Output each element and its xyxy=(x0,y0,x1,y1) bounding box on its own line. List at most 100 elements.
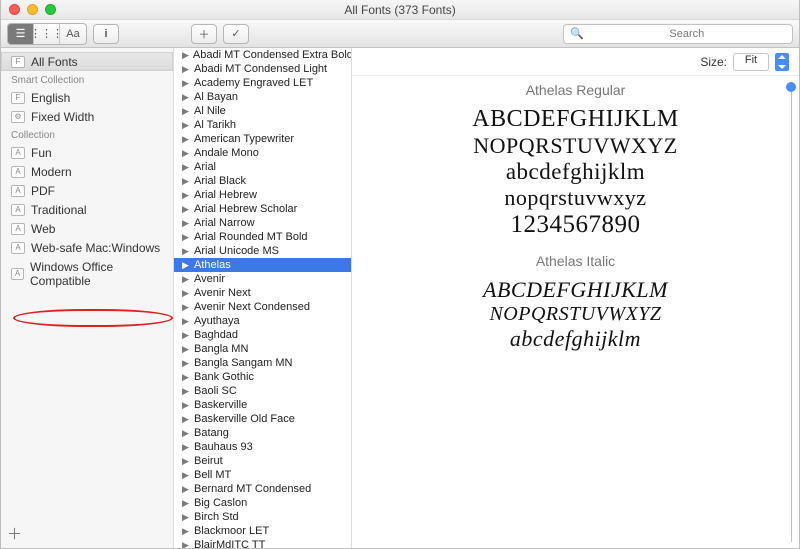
grid-view-button[interactable]: ⋮⋮⋮ xyxy=(34,24,60,44)
disclosure-triangle-icon[interactable]: ▶ xyxy=(182,372,190,383)
sidebar-item-traditional[interactable]: ATraditional xyxy=(1,200,173,219)
sidebar-item-pdf[interactable]: APDF xyxy=(1,181,173,200)
disclosure-triangle-icon[interactable]: ▶ xyxy=(182,106,190,117)
font-row[interactable]: ▶Beirut xyxy=(174,454,351,468)
sidebar-item-fun[interactable]: AFun xyxy=(1,143,173,162)
disclosure-triangle-icon[interactable]: ▶ xyxy=(182,470,190,481)
font-row[interactable]: ▶Arial Black xyxy=(174,174,351,188)
disclosure-triangle-icon[interactable]: ▶ xyxy=(182,484,190,495)
font-row[interactable]: ▶Andale Mono xyxy=(174,146,351,160)
disclosure-triangle-icon[interactable]: ▶ xyxy=(182,246,190,257)
info-button[interactable]: i xyxy=(93,24,119,44)
disclosure-triangle-icon[interactable]: ▶ xyxy=(182,442,190,453)
disclosure-triangle-icon[interactable]: ▶ xyxy=(182,274,190,285)
disclosure-triangle-icon[interactable]: ▶ xyxy=(182,414,190,425)
font-row[interactable]: ▶Birch Std xyxy=(174,510,351,524)
disclosure-triangle-icon[interactable]: ▶ xyxy=(182,498,190,509)
font-row[interactable]: ▶Arial Rounded MT Bold xyxy=(174,230,351,244)
sidebar-item-windows-office[interactable]: AWindows Office Compatible xyxy=(1,257,173,290)
slider-knob[interactable] xyxy=(786,82,796,92)
font-row[interactable]: ▶Bangla MN xyxy=(174,342,351,356)
font-row[interactable]: ▶Avenir Next xyxy=(174,286,351,300)
font-row[interactable]: ▶Arial Unicode MS xyxy=(174,244,351,258)
disclosure-triangle-icon[interactable]: ▶ xyxy=(182,50,189,61)
zoom-window-button[interactable] xyxy=(45,4,56,15)
font-row[interactable]: ▶Bell MT xyxy=(174,468,351,482)
font-row[interactable]: ▶Arial Hebrew Scholar xyxy=(174,202,351,216)
disclosure-triangle-icon[interactable]: ▶ xyxy=(182,92,190,103)
validate-button[interactable]: ✓ xyxy=(223,24,249,44)
disclosure-triangle-icon[interactable]: ▶ xyxy=(182,64,190,75)
size-field[interactable]: Fit xyxy=(733,53,769,71)
disclosure-triangle-icon[interactable]: ▶ xyxy=(182,204,190,215)
font-row[interactable]: ▶Baskerville Old Face xyxy=(174,412,351,426)
search-field[interactable]: 🔍 xyxy=(563,24,793,44)
disclosure-triangle-icon[interactable]: ▶ xyxy=(182,526,190,537)
size-stepper[interactable] xyxy=(775,53,789,71)
disclosure-triangle-icon[interactable]: ▶ xyxy=(182,260,190,271)
sidebar-all-fonts[interactable]: F All Fonts xyxy=(1,52,173,71)
font-row[interactable]: ▶Bauhaus 93 xyxy=(174,440,351,454)
font-row[interactable]: ▶Blackmoor LET xyxy=(174,524,351,538)
font-list[interactable]: ▶Abadi MT Condensed Extra Bold▶Abadi MT … xyxy=(174,48,352,548)
disclosure-triangle-icon[interactable]: ▶ xyxy=(182,428,190,439)
font-row[interactable]: ▶Academy Engraved LET xyxy=(174,76,351,90)
font-row[interactable]: ▶Big Caslon xyxy=(174,496,351,510)
disclosure-triangle-icon[interactable]: ▶ xyxy=(182,302,190,313)
font-row[interactable]: ▶Bank Gothic xyxy=(174,370,351,384)
close-window-button[interactable] xyxy=(9,4,20,15)
disclosure-triangle-icon[interactable]: ▶ xyxy=(182,148,190,159)
font-row[interactable]: ▶Abadi MT Condensed Light xyxy=(174,62,351,76)
disclosure-triangle-icon[interactable]: ▶ xyxy=(182,134,190,145)
disclosure-triangle-icon[interactable]: ▶ xyxy=(182,190,190,201)
disclosure-triangle-icon[interactable]: ▶ xyxy=(182,330,190,341)
add-collection-button[interactable]: ＋ xyxy=(7,523,22,544)
disclosure-triangle-icon[interactable]: ▶ xyxy=(182,344,190,355)
disclosure-triangle-icon[interactable]: ▶ xyxy=(182,120,190,131)
font-row[interactable]: ▶Baghdad xyxy=(174,328,351,342)
disclosure-triangle-icon[interactable]: ▶ xyxy=(182,358,190,369)
disclosure-triangle-icon[interactable]: ▶ xyxy=(182,316,190,327)
disclosure-triangle-icon[interactable]: ▶ xyxy=(182,232,190,243)
font-row[interactable]: ▶Athelas xyxy=(174,258,351,272)
disclosure-triangle-icon[interactable]: ▶ xyxy=(182,540,190,549)
sample-line: abcdefghijklm xyxy=(376,159,775,185)
sidebar-item-web[interactable]: AWeb xyxy=(1,219,173,238)
font-row[interactable]: ▶Al Nile xyxy=(174,104,351,118)
sidebar-item-modern[interactable]: AModern xyxy=(1,162,173,181)
font-row[interactable]: ▶Baoli SC xyxy=(174,384,351,398)
add-font-button[interactable]: ＋ xyxy=(191,24,217,44)
font-row[interactable]: ▶Bernard MT Condensed xyxy=(174,482,351,496)
disclosure-triangle-icon[interactable]: ▶ xyxy=(182,218,190,229)
sidebar-item-english[interactable]: F English xyxy=(1,88,173,107)
search-input[interactable] xyxy=(588,28,786,40)
font-row[interactable]: ▶Arial xyxy=(174,160,351,174)
font-row[interactable]: ▶Al Bayan xyxy=(174,90,351,104)
font-name: BlairMdITC TT xyxy=(194,539,265,548)
font-row[interactable]: ▶Bangla Sangam MN xyxy=(174,356,351,370)
size-slider[interactable] xyxy=(789,82,793,542)
font-row[interactable]: ▶Baskerville xyxy=(174,398,351,412)
font-row[interactable]: ▶Abadi MT Condensed Extra Bold xyxy=(174,48,351,62)
font-row[interactable]: ▶Arial Hebrew xyxy=(174,188,351,202)
disclosure-triangle-icon[interactable]: ▶ xyxy=(182,162,190,173)
font-row[interactable]: ▶Avenir xyxy=(174,272,351,286)
font-row[interactable]: ▶Al Tarikh xyxy=(174,118,351,132)
font-row[interactable]: ▶Batang xyxy=(174,426,351,440)
disclosure-triangle-icon[interactable]: ▶ xyxy=(182,78,190,89)
font-row[interactable]: ▶ BlairMdITC TT xyxy=(174,538,351,548)
disclosure-triangle-icon[interactable]: ▶ xyxy=(182,176,190,187)
disclosure-triangle-icon[interactable]: ▶ xyxy=(182,512,190,523)
font-row[interactable]: ▶Arial Narrow xyxy=(174,216,351,230)
font-row[interactable]: ▶Ayuthaya xyxy=(174,314,351,328)
sample-view-button[interactable]: Aa xyxy=(60,24,86,44)
disclosure-triangle-icon[interactable]: ▶ xyxy=(182,456,190,467)
sidebar-item-fixed-width[interactable]: ⚙ Fixed Width xyxy=(1,107,173,126)
font-row[interactable]: ▶Avenir Next Condensed xyxy=(174,300,351,314)
font-row[interactable]: ▶American Typewriter xyxy=(174,132,351,146)
disclosure-triangle-icon[interactable]: ▶ xyxy=(182,288,190,299)
disclosure-triangle-icon[interactable]: ▶ xyxy=(182,386,190,397)
disclosure-triangle-icon[interactable]: ▶ xyxy=(182,400,190,411)
sidebar-item-websafe[interactable]: AWeb-safe Mac:Windows xyxy=(1,238,173,257)
minimize-window-button[interactable] xyxy=(27,4,38,15)
